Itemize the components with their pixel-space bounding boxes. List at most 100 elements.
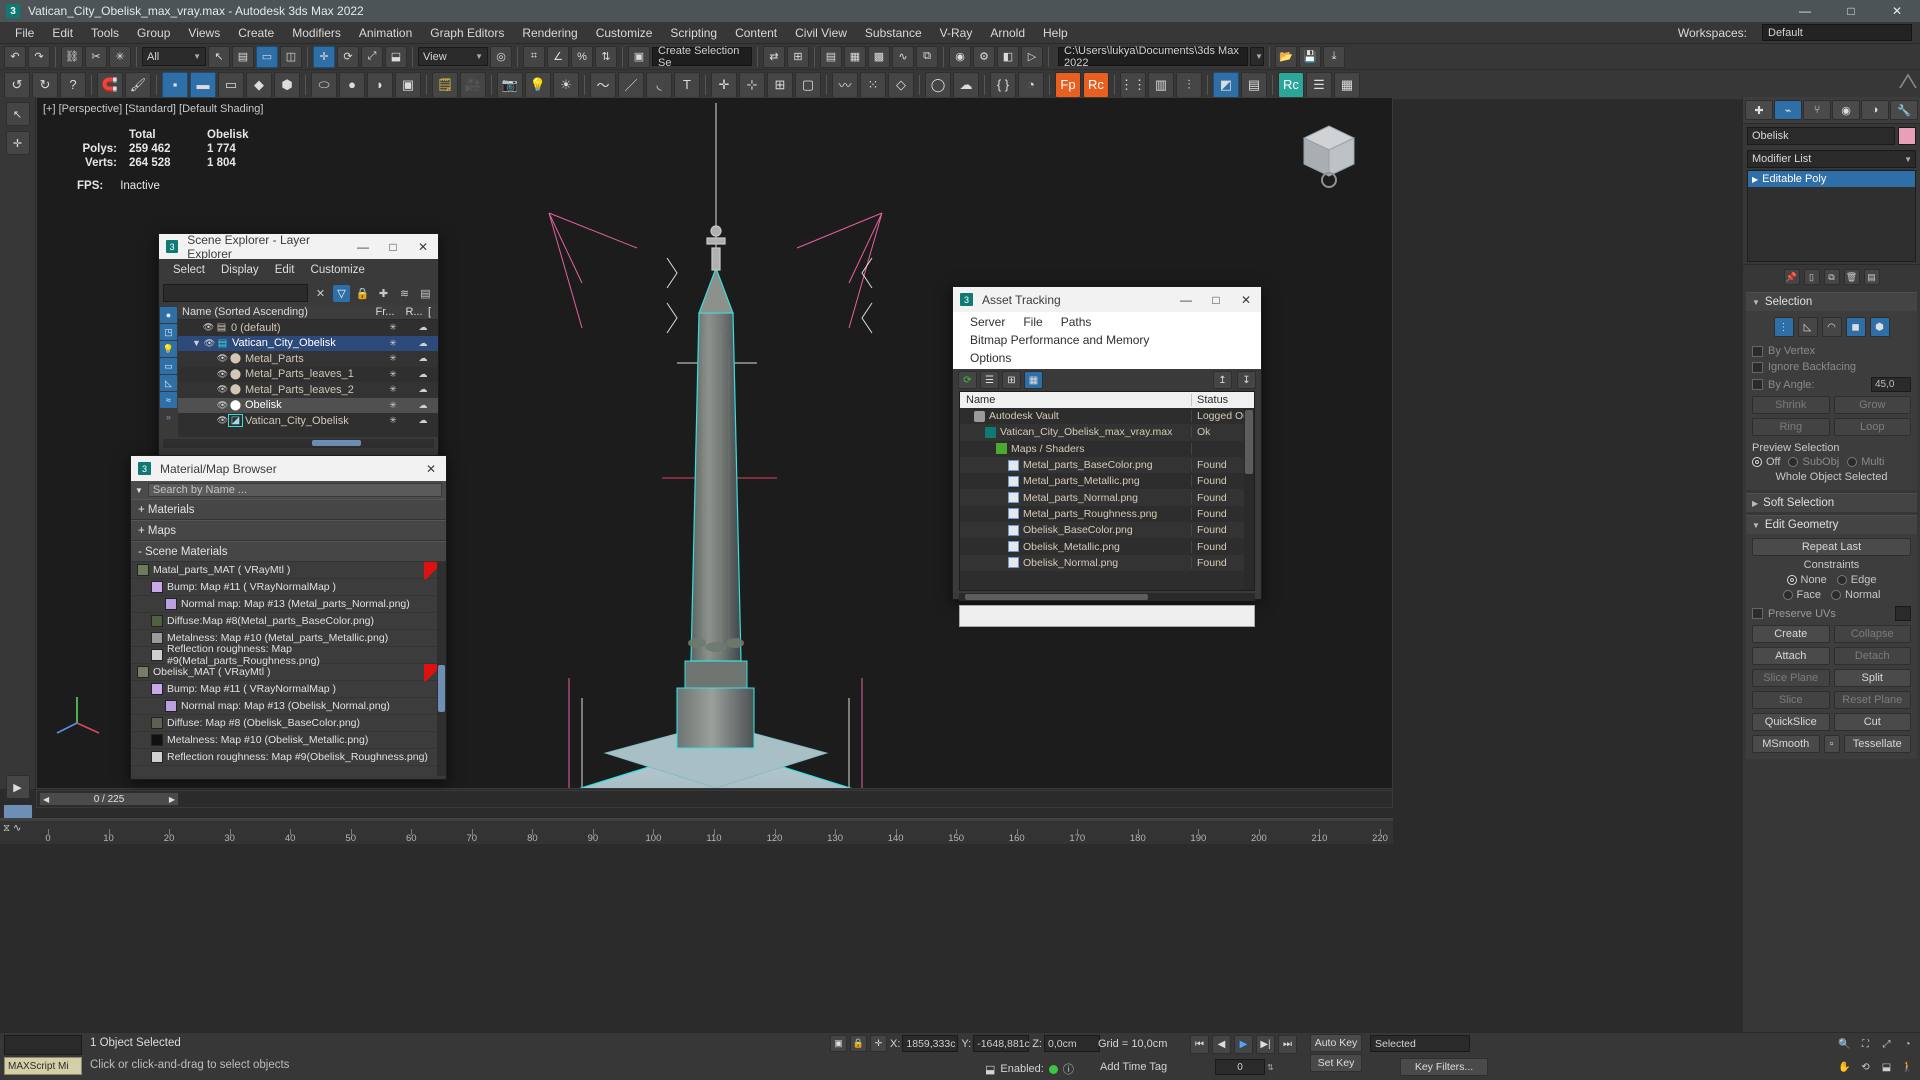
constraint-face-radio[interactable]: Face xyxy=(1782,589,1821,601)
visibility-eye-icon[interactable]: 👁 xyxy=(216,400,229,411)
scene-explorer-row[interactable]: 👁 ⬤ Metal_Parts ✳ ☁ xyxy=(178,351,438,367)
sun-positioner-icon[interactable]: ☀ xyxy=(553,71,579,98)
redo-view-icon[interactable]: ↻ xyxy=(32,71,58,98)
ring-button[interactable]: Ring xyxy=(1752,418,1830,436)
tree-view-icon[interactable]: ⊞ xyxy=(1002,371,1021,389)
open-file-icon[interactable]: 📂 xyxy=(1275,45,1297,68)
zoom-all-icon[interactable]: ⛶ xyxy=(1857,1036,1874,1053)
material-map-browser-window[interactable]: 3 Material/Map Browser ✕ ▼ Search by Nam… xyxy=(130,455,447,780)
freeze-cell[interactable]: ✳ xyxy=(378,384,408,395)
se-menu-customize[interactable]: Customize xyxy=(303,262,373,278)
menu-scripting[interactable]: Scripting xyxy=(661,23,726,43)
by-angle-checkbox[interactable] xyxy=(1752,379,1763,390)
vray-grid-icon[interactable]: ▦ xyxy=(1334,71,1360,98)
viewport-label[interactable]: [+] [Perspective] [Standard] [Default Sh… xyxy=(43,103,263,115)
ignore-backfacing-checkbox[interactable] xyxy=(1752,361,1763,373)
show-end-result-icon[interactable]: ▯ xyxy=(1803,269,1820,285)
make-unique-icon[interactable]: ⧉ xyxy=(1823,269,1840,285)
matmap-entry[interactable]: Normal map: Map #13 (Metal_parts_Normal.… xyxy=(131,596,446,613)
render-frame-icon[interactable]: ◧ xyxy=(997,45,1019,68)
menu-rendering[interactable]: Rendering xyxy=(513,23,586,43)
scrollbar-thumb[interactable] xyxy=(312,440,361,446)
menu-civil-view[interactable]: Civil View xyxy=(786,23,856,43)
subobject-polygon-icon[interactable]: ◼ xyxy=(1845,317,1866,337)
tab-utilities[interactable]: 🔧 xyxy=(1890,100,1918,120)
frame-indicator[interactable]: ◀ 0 / 225 ▶ xyxy=(39,792,179,806)
freeze-cell[interactable]: ✳ xyxy=(378,415,408,426)
asset-tracking-status-field[interactable] xyxy=(959,605,1255,627)
refresh-icon[interactable]: ⟳ xyxy=(958,371,977,389)
menu-animation[interactable]: Animation xyxy=(350,23,421,43)
collapse-button[interactable]: Collapse xyxy=(1833,625,1911,643)
modifier-stack[interactable]: ▶ Editable Poly xyxy=(1747,170,1916,262)
layer-props-icon[interactable]: ▤ xyxy=(417,285,434,302)
teapot-primitive-icon[interactable]: ◗ xyxy=(367,71,393,98)
menu-file[interactable]: File xyxy=(6,23,43,43)
undo-view-icon[interactable]: ↺ xyxy=(4,71,30,98)
preview-off-radio[interactable]: Off xyxy=(1752,456,1780,468)
viewcube[interactable] xyxy=(1294,118,1364,188)
render-production-icon[interactable]: ▷ xyxy=(1021,45,1043,68)
render-cell[interactable]: ☁ xyxy=(408,322,438,333)
at-menu-file[interactable]: File xyxy=(1014,313,1051,331)
at-menu-paths[interactable]: Paths xyxy=(1052,313,1101,331)
menu-create[interactable]: Create xyxy=(229,23,283,43)
filter-shapes-icon[interactable]: ◳ xyxy=(160,324,177,340)
prev-frame-icon[interactable]: ◀ xyxy=(43,795,49,804)
ribbon-toggle-icon[interactable]: ▩ xyxy=(868,45,890,68)
goto-end-icon[interactable]: ⏭ xyxy=(1278,1035,1297,1054)
checkout-icon[interactable]: ↧ xyxy=(1237,371,1256,389)
split-button[interactable]: Split xyxy=(1833,669,1911,687)
filter-icon[interactable]: ▽ xyxy=(333,284,350,302)
cylinder-primitive-icon[interactable]: ⬭ xyxy=(311,71,337,98)
select-object-icon[interactable]: ↖ xyxy=(208,45,230,68)
current-frame-spinner[interactable]: 0 ⇅ xyxy=(1215,1059,1274,1075)
use-pivot-center-icon[interactable]: ◎ xyxy=(490,45,512,68)
expand-rail-icon[interactable]: » xyxy=(160,409,177,425)
matmap-entry[interactable]: Normal map: Map #13 (Obelisk_Normal.png) xyxy=(131,698,446,715)
sub-object-border-icon[interactable]: ▭ xyxy=(218,71,244,98)
filter-cameras-icon[interactable]: ▭ xyxy=(160,358,177,374)
ignore-backfacing-row[interactable]: Ignore Backfacing xyxy=(1752,359,1911,375)
spinner-arrows-icon[interactable]: ⇅ xyxy=(1267,1063,1274,1072)
matmap-entry-list[interactable]: Matal_parts_MAT ( VRayMtl ) Bump: Map #1… xyxy=(131,562,446,776)
select-and-rotate-icon[interactable]: ⟳ xyxy=(337,45,359,68)
next-frame-icon[interactable]: ▶| xyxy=(1256,1035,1275,1054)
snap-toggle-icon[interactable]: ⌗ xyxy=(523,45,545,68)
scene-explorer-list[interactable]: Name (Sorted Ascending) Fr... R... [ 👁 ▤… xyxy=(178,305,438,437)
spacing-tool-icon[interactable]: ⫶ xyxy=(1176,71,1202,98)
asset-tracking-maximize[interactable]: □ xyxy=(1201,287,1231,312)
render-cell[interactable]: ☁ xyxy=(408,415,438,426)
project-folder-dropdown[interactable]: ▼ xyxy=(1250,47,1264,66)
select-and-scale-icon[interactable]: ⤢ xyxy=(361,45,383,68)
scrollbar-thumb[interactable] xyxy=(438,664,445,712)
at-menu-options[interactable]: Options xyxy=(961,349,1261,367)
magnet-icon[interactable]: 🧲 xyxy=(97,71,123,98)
helper-icon[interactable]: ✛ xyxy=(711,71,737,98)
box-primitive-icon[interactable]: ▣ xyxy=(395,71,421,98)
maximize-viewport-icon[interactable]: ⬓ xyxy=(1878,1059,1895,1076)
lock-icon[interactable]: 🔒 xyxy=(354,285,371,302)
particle-icon[interactable]: ⁙ xyxy=(860,71,886,98)
asset-tracking-close[interactable]: ✕ xyxy=(1231,287,1261,312)
scene-explorer-maximize[interactable]: □ xyxy=(378,234,408,259)
array-icon[interactable]: ⋮⋮ xyxy=(1120,71,1146,98)
create-button[interactable]: Create xyxy=(1752,625,1830,643)
maxscript-listener-field[interactable] xyxy=(4,1035,82,1055)
atmospheric-icon[interactable]: ☁ xyxy=(953,71,979,98)
layer-explorer-icon[interactable]: ▤ xyxy=(820,45,842,68)
menu-help[interactable]: Help xyxy=(1034,23,1077,43)
key-filter-selected-combo[interactable]: Selected xyxy=(1370,1035,1470,1052)
modifier-list-combo[interactable]: Modifier List ▼ xyxy=(1747,150,1916,168)
sub-object-edge-icon[interactable]: ▬ xyxy=(190,71,216,98)
scene-explorer-row[interactable]: 👁 ⬤ Metal_Parts_leaves_2 ✳ ☁ xyxy=(178,382,438,398)
time-slider[interactable]: ◀ 0 / 225 ▶ xyxy=(36,790,1393,808)
snapshot-icon[interactable]: ▥ xyxy=(1148,71,1174,98)
select-and-move-icon[interactable]: ✛ xyxy=(313,45,335,68)
attach-button[interactable]: Attach xyxy=(1752,647,1830,665)
constraint-normal-radio[interactable]: Normal xyxy=(1831,589,1880,601)
by-angle-row[interactable]: By Angle: 45,0 xyxy=(1752,375,1911,394)
pan-view-icon[interactable]: ✋ xyxy=(1836,1059,1853,1076)
schematic-view-icon[interactable]: ⧉ xyxy=(916,45,938,68)
menu-tools[interactable]: Tools xyxy=(82,23,128,43)
